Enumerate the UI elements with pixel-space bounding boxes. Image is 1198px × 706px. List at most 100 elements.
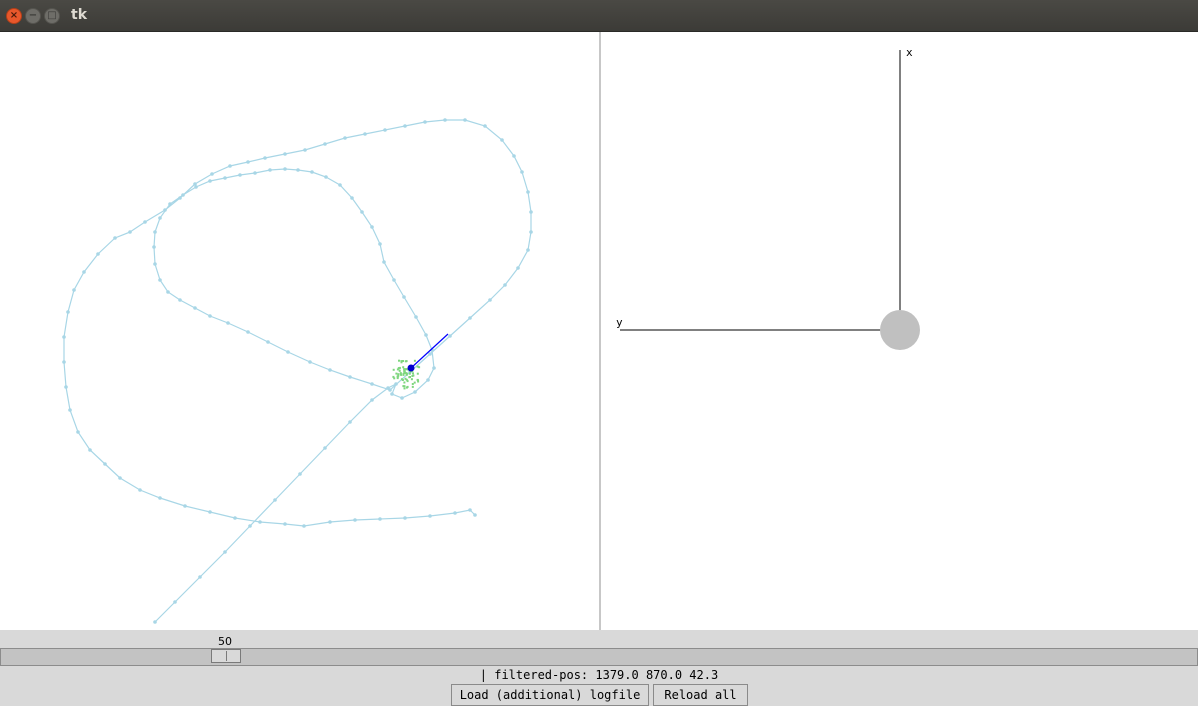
track-line — [63, 119, 532, 623]
track-point — [468, 508, 472, 512]
track-point — [103, 462, 107, 466]
track-point — [353, 518, 357, 522]
track-point — [512, 154, 516, 158]
track-point — [503, 283, 507, 287]
particle — [412, 372, 414, 375]
track-point — [286, 350, 290, 354]
particle — [408, 376, 411, 379]
trajectory-svg — [62, 118, 533, 624]
slider-handle-grip — [226, 651, 227, 661]
particle — [403, 381, 406, 384]
track-point — [324, 175, 328, 179]
track-point — [62, 335, 66, 339]
track-point — [246, 160, 250, 164]
particle — [399, 373, 402, 376]
maximize-icon: □ — [47, 10, 57, 21]
track-point — [302, 524, 306, 528]
track-point — [370, 398, 374, 402]
track-point — [488, 298, 492, 302]
track-point — [403, 124, 407, 128]
particle — [395, 372, 398, 375]
track-point — [193, 182, 197, 186]
maximize-window-button[interactable]: □ — [44, 8, 60, 24]
track-point — [308, 360, 312, 364]
track-point — [428, 352, 432, 356]
track-point — [473, 513, 477, 517]
track-point — [223, 176, 227, 180]
robot-frame-svg: x y — [616, 46, 920, 350]
track-point — [424, 333, 428, 337]
track-point — [310, 170, 314, 174]
particle — [402, 360, 404, 362]
track-point — [338, 183, 342, 187]
track-point — [228, 164, 232, 168]
robot-frame-canvas[interactable]: x y — [601, 32, 1198, 630]
track-point — [223, 550, 227, 554]
reload-all-button[interactable]: Reload all — [653, 684, 748, 706]
track-point — [62, 360, 66, 364]
track-point — [208, 510, 212, 514]
track-point — [529, 210, 533, 214]
track-point — [483, 124, 487, 128]
track-point — [414, 315, 418, 319]
track-point — [283, 167, 287, 171]
track-point — [246, 330, 250, 334]
track-point — [68, 408, 72, 412]
track-point — [370, 382, 374, 386]
window-titlebar: × − □ tk — [0, 0, 1198, 32]
track-point — [253, 171, 257, 175]
track-point — [392, 278, 396, 282]
track-point — [370, 225, 374, 229]
particle — [398, 359, 400, 362]
track-point — [158, 496, 162, 500]
track-point — [138, 488, 142, 492]
heading-line — [410, 333, 449, 369]
track-point — [298, 472, 302, 476]
track-point — [258, 520, 262, 524]
track-point — [363, 132, 367, 136]
track-point — [210, 172, 214, 176]
track-point — [233, 516, 237, 520]
track-point — [328, 520, 332, 524]
track-point — [208, 314, 212, 318]
track-point — [516, 266, 520, 270]
track-point — [413, 390, 417, 394]
track-point — [82, 270, 86, 274]
track-point — [158, 278, 162, 282]
frame-slider[interactable] — [0, 648, 1198, 666]
particle — [413, 381, 416, 384]
track-point — [520, 170, 524, 174]
load-logfile-button[interactable]: Load (additional) logfile — [451, 684, 649, 706]
y-axis-label: y — [616, 316, 623, 329]
track-point — [238, 173, 242, 177]
particle — [413, 359, 416, 362]
particle — [411, 385, 414, 388]
track-point — [198, 575, 202, 579]
track-point — [360, 210, 364, 214]
particle — [398, 369, 401, 372]
track-point — [432, 366, 436, 370]
particle — [408, 372, 411, 375]
track-point — [88, 448, 92, 452]
track-point — [526, 190, 530, 194]
track-point — [348, 375, 352, 379]
track-point — [383, 128, 387, 132]
particle — [417, 380, 420, 383]
x-axis-label: x — [906, 46, 913, 59]
particle — [403, 387, 406, 390]
track-point — [283, 522, 287, 526]
trajectory-canvas[interactable] — [0, 32, 599, 630]
close-window-button[interactable]: × — [6, 8, 22, 24]
slider-value-label: 50 — [218, 635, 232, 648]
particle — [405, 378, 408, 381]
robot-position-marker — [407, 364, 415, 372]
particle — [410, 378, 413, 381]
track-point — [400, 396, 404, 400]
minimize-window-button[interactable]: − — [25, 8, 41, 24]
window-title: tk — [71, 7, 88, 23]
particle — [416, 365, 419, 368]
track-point — [273, 498, 277, 502]
track-point — [323, 446, 327, 450]
track-point — [343, 136, 347, 140]
track-point — [64, 385, 68, 389]
